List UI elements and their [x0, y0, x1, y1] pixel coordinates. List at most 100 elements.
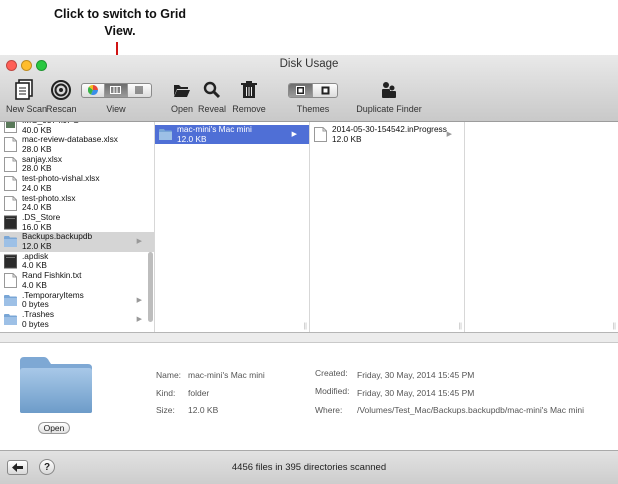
- large-folder-icon: [20, 357, 92, 413]
- reveal-label: Reveal: [198, 104, 227, 114]
- rescan-icon: [46, 77, 76, 103]
- dark-theme-button[interactable]: [289, 83, 313, 97]
- name-value: mac-mini's Mac mini: [188, 370, 265, 380]
- item-size: 24.0 KB: [22, 202, 52, 213]
- status-bar: ? 4456 files in 395 directories scanned: [0, 450, 618, 484]
- open-button[interactable]: Open: [170, 77, 194, 114]
- created-label: Created:: [315, 368, 348, 378]
- document-icon: [314, 127, 327, 142]
- where-label: Where:: [315, 405, 343, 415]
- list-item[interactable]: Backups.backupdb 12.0 KB ▶: [0, 232, 154, 252]
- window-title: Disk Usage: [279, 58, 339, 70]
- item-size: 4.0 KB: [22, 279, 47, 290]
- kind-label: Kind:: [156, 388, 176, 398]
- created-value: Friday, 30 May, 2014 15:45 PM: [357, 370, 475, 380]
- browser-column-1: IMG_0374.JPG40.0 KBmac-review-database.x…: [0, 122, 155, 332]
- item-size: 28.0 KB: [22, 143, 52, 154]
- folder-icon: [4, 236, 17, 248]
- annotation-callout: Click to switch to Grid View.: [54, 7, 186, 38]
- column-browser: IMG_0374.JPG40.0 KBmac-review-database.x…: [0, 122, 618, 333]
- disclosure-arrow-icon: ▶: [136, 238, 142, 246]
- duplicate-finder-label: Duplicate Finder: [356, 104, 422, 114]
- kind-value: folder: [188, 388, 210, 398]
- rescan-button[interactable]: Rescan: [46, 77, 77, 114]
- chart-view-button[interactable]: [82, 83, 105, 97]
- system-file-icon: [4, 254, 17, 269]
- list-item[interactable]: test-photo.xlsx 24.0 KB: [0, 194, 154, 213]
- item-size: 16.0 KB: [22, 221, 52, 232]
- image-file-icon: [4, 122, 17, 133]
- list-item[interactable]: sanjay.xlsx 28.0 KB: [0, 155, 154, 174]
- remove-button[interactable]: Remove: [232, 77, 266, 114]
- item-size: 0 bytes: [22, 318, 49, 329]
- open-label: Open: [170, 104, 194, 114]
- list-item[interactable]: 2014-05-30-154542.inProgress 12.0 KB ▶: [310, 125, 464, 144]
- magnifier-icon: [198, 77, 226, 103]
- item-size: 12.0 KB: [177, 133, 207, 144]
- column-resize-handle[interactable]: ||: [612, 323, 616, 330]
- folder-open-icon: [170, 77, 194, 103]
- new-scan-button[interactable]: New Scan: [6, 77, 48, 114]
- list-item[interactable]: .Trashes 0 bytes ▶: [0, 310, 154, 329]
- disclosure-arrow-icon: ▶: [291, 131, 297, 138]
- document-icon: [4, 137, 17, 153]
- themes-switcher: Themes: [286, 77, 340, 114]
- name-label: Name:: [156, 370, 182, 380]
- vertical-scrollbar[interactable]: [148, 252, 153, 322]
- list-item[interactable]: .TemporaryItems 0 bytes ▶: [0, 291, 154, 310]
- column-resize-handle[interactable]: ||: [458, 323, 462, 330]
- size-label: Size:: [156, 405, 175, 415]
- list-item[interactable]: Rand Fishkin.txt 4.0 KB: [0, 271, 154, 290]
- theme-light-icon: [321, 86, 329, 94]
- list-item[interactable]: mac-mini's Mac mini 12.0 KB ▶: [155, 125, 309, 145]
- size-value: 12.0 KB: [188, 405, 219, 415]
- item-size: 4.0 KB: [22, 260, 47, 271]
- new-scan-label: New Scan: [6, 104, 48, 114]
- view-segmented-control: [80, 82, 152, 98]
- columns-view-button[interactable]: [104, 83, 128, 97]
- info-open-button[interactable]: Open: [38, 422, 70, 434]
- disclosure-arrow-icon: ▶: [136, 296, 142, 304]
- view-label: View: [106, 104, 126, 114]
- list-item[interactable]: mac-review-database.xlsx 28.0 KB: [0, 135, 154, 154]
- columns-icon: [110, 86, 121, 94]
- pie-chart-icon: [87, 85, 98, 95]
- theme-dark-icon: [296, 85, 305, 95]
- modified-label: Modified:: [315, 386, 350, 396]
- remove-label: Remove: [232, 104, 266, 114]
- list-item[interactable]: IMG_0374.JPG40.0 KB: [0, 122, 154, 135]
- light-theme-button[interactable]: [313, 84, 337, 97]
- item-size: 0 bytes: [22, 299, 49, 310]
- item-size: 12.0 KB: [22, 240, 52, 251]
- list-item[interactable]: .DS_Store 16.0 KB: [0, 213, 154, 232]
- item-size: 12.0 KB: [332, 133, 362, 144]
- document-icon: [4, 176, 17, 192]
- duplicate-finder-icon: [356, 77, 422, 103]
- browser-column-2: mac-mini's Mac mini 12.0 KB ▶ ||: [155, 122, 310, 332]
- system-file-icon: [4, 215, 17, 230]
- browser-column-3: 2014-05-30-154542.inProgress 12.0 KB ▶ ||: [310, 122, 465, 332]
- toolbar: Disk Usage New Scan Rescan View Open Rev…: [0, 55, 618, 122]
- folder-icon: [4, 294, 17, 306]
- disclosure-arrow-icon: ▶: [136, 315, 142, 323]
- browser-column-4: ||: [465, 122, 618, 332]
- where-value: /Volumes/Test_Mac/Backups.backupdb/mac-m…: [357, 405, 584, 415]
- column-resize-handle[interactable]: ||: [303, 323, 307, 330]
- trash-icon: [232, 77, 266, 103]
- list-item[interactable]: .apdisk 4.0 KB: [0, 252, 154, 271]
- disclosure-arrow-icon: ▶: [446, 131, 452, 138]
- themes-label: Themes: [296, 104, 330, 114]
- reveal-button[interactable]: Reveal: [198, 77, 226, 114]
- themes-segmented-control: [288, 82, 338, 98]
- duplicate-finder-button[interactable]: Duplicate Finder: [356, 77, 422, 114]
- document-icon: [4, 195, 17, 211]
- list-item[interactable]: test-photo-vishal.xlsx 24.0 KB: [0, 174, 154, 193]
- list-icon: [135, 86, 143, 94]
- rescan-label: Rescan: [46, 104, 77, 114]
- list-view-button[interactable]: [128, 84, 151, 97]
- modified-value: Friday, 30 May, 2014 15:45 PM: [357, 388, 475, 398]
- document-icon: [4, 156, 17, 172]
- item-size: 24.0 KB: [22, 182, 52, 193]
- document-icon: [4, 273, 17, 289]
- folder-icon: [4, 313, 17, 325]
